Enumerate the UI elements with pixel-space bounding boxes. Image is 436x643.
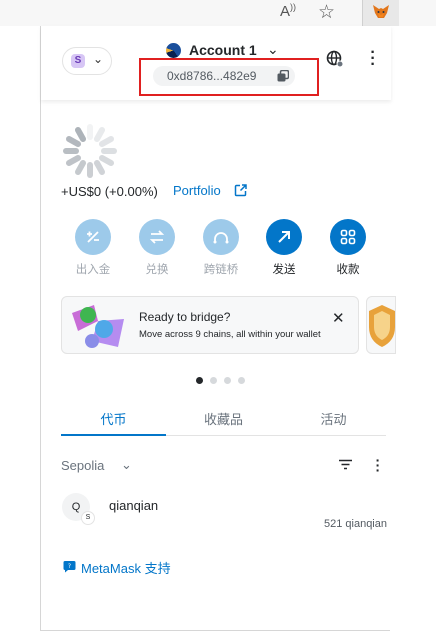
token-name: qianqian bbox=[109, 498, 159, 513]
next-promo-banner[interactable] bbox=[366, 296, 396, 354]
tab-tokens[interactable]: 代币 bbox=[61, 409, 166, 428]
send-label: 发送 bbox=[272, 264, 296, 276]
account-header: S ⌄ Account 1 ⌄ 0xd8786...482e9 · · · bbox=[41, 26, 391, 100]
bridge-promo-illustration bbox=[72, 305, 124, 348]
token-amount: 521 qianqian bbox=[323, 518, 387, 530]
bridge-promo-banner[interactable]: Ready to bridge? Move across 9 chains, a… bbox=[61, 296, 359, 354]
chevron-down-icon[interactable]: ⌄ bbox=[121, 457, 132, 473]
network-badge: S bbox=[81, 511, 95, 525]
popup-bottom-border bbox=[40, 630, 390, 631]
fox-shield-illustration bbox=[369, 305, 395, 347]
buy-sell-button[interactable]: 出入金 bbox=[63, 219, 123, 277]
token-options-kebab-icon[interactable]: · · · bbox=[375, 453, 381, 477]
account-name[interactable]: Account 1 bbox=[189, 42, 257, 58]
globe-icon[interactable] bbox=[326, 50, 344, 68]
network-filter[interactable]: Sepolia bbox=[61, 458, 104, 473]
read-aloud-icon[interactable]: A)) bbox=[280, 2, 296, 20]
browser-toolbar: A)) ☆ bbox=[0, 0, 436, 26]
swap-button[interactable]: 兑换 bbox=[127, 219, 187, 277]
swap-label: 兑换 bbox=[145, 264, 169, 276]
bridge-icon bbox=[203, 219, 239, 255]
buy-sell-label: 出入金 bbox=[75, 264, 111, 276]
metamask-fox-icon bbox=[373, 5, 389, 18]
network-picker[interactable]: S ⌄ bbox=[62, 47, 112, 75]
portfolio-link[interactable]: Portfolio bbox=[173, 183, 221, 198]
banner-subtitle: Move across 9 chains, all within your wa… bbox=[139, 329, 321, 340]
chevron-down-icon: ⌄ bbox=[93, 52, 104, 66]
balance-change: +US$0 (+0.00%) bbox=[61, 184, 158, 199]
carousel-indicator bbox=[196, 371, 252, 389]
metamask-extension-button[interactable] bbox=[362, 0, 399, 26]
active-tab-indicator bbox=[61, 434, 166, 436]
plus-minus-icon bbox=[75, 219, 111, 255]
address-highlight-box: 0xd8786...482e9 bbox=[139, 58, 319, 96]
support-link[interactable]: MetaMask 支持 bbox=[81, 558, 171, 577]
filter-sort-icon[interactable] bbox=[339, 459, 352, 470]
send-arrow-icon bbox=[266, 219, 302, 255]
close-icon[interactable]: ✕ bbox=[332, 309, 345, 327]
carousel-dot[interactable] bbox=[238, 377, 245, 384]
chat-bubble-icon: ? bbox=[63, 561, 76, 573]
favorite-star-icon[interactable]: ☆ bbox=[318, 1, 335, 24]
copy-icon bbox=[277, 70, 289, 82]
network-avatar: S bbox=[71, 54, 85, 68]
banner-title: Ready to bridge? bbox=[139, 310, 231, 324]
tab-nfts[interactable]: 收藏品 bbox=[171, 409, 276, 428]
carousel-dot[interactable] bbox=[196, 377, 203, 384]
carousel-dot[interactable] bbox=[210, 377, 217, 384]
receive-button[interactable]: 收款 bbox=[318, 219, 378, 277]
account-chevron-down-icon[interactable]: ⌄ bbox=[267, 41, 279, 58]
metamask-popup: S ⌄ Account 1 ⌄ 0xd8786...482e9 · · · +U… bbox=[40, 26, 396, 630]
receive-label: 收款 bbox=[336, 264, 360, 276]
tab-activity[interactable]: 活动 bbox=[281, 409, 386, 428]
bridge-button[interactable]: 跨链桥 bbox=[191, 219, 251, 277]
account-avatar bbox=[166, 43, 181, 58]
bridge-label: 跨链桥 bbox=[203, 264, 239, 276]
account-address: 0xd8786...482e9 bbox=[167, 69, 257, 83]
external-link-icon[interactable] bbox=[234, 184, 247, 197]
carousel-dot[interactable] bbox=[224, 377, 231, 384]
send-button[interactable]: 发送 bbox=[254, 219, 314, 277]
account-options-kebab-icon[interactable]: · · · bbox=[369, 45, 377, 73]
address-copy-button[interactable]: 0xd8786...482e9 bbox=[153, 66, 295, 86]
loading-spinner-icon bbox=[63, 124, 117, 178]
swap-icon bbox=[139, 219, 175, 255]
qr-code-icon bbox=[330, 219, 366, 255]
svg-text:?: ? bbox=[68, 563, 71, 570]
